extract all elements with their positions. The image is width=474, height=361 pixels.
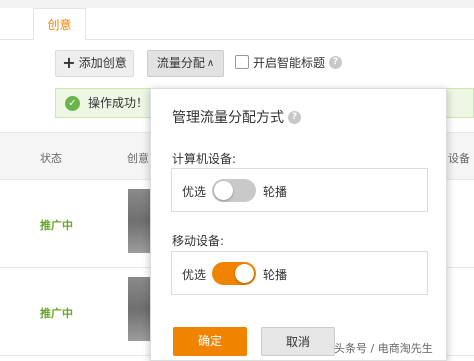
header-status: 状态 (40, 152, 62, 165)
header-device: 设备 (448, 152, 470, 165)
tab-creative[interactable]: 创意 (33, 8, 86, 41)
cancel-button[interactable]: 取消 (261, 327, 335, 356)
status-badge: 推广中 (40, 307, 73, 320)
rotate-label: 轮播 (263, 268, 288, 282)
toggle-knob (214, 181, 233, 200)
popup-title: 管理流量分配方式 ? (172, 107, 301, 127)
mobile-device-toggle[interactable] (212, 262, 256, 285)
add-creative-button[interactable]: + 添加创意 (55, 50, 134, 77)
header-creative: 创意 (127, 152, 149, 165)
traffic-allocation-popup: 管理流量分配方式 ? 计算机设备: 优选 轮播 移动设备: 优选 轮播 确定 取… (150, 88, 447, 361)
optimize-label: 优选 (182, 268, 207, 282)
add-creative-label: 添加创意 (78, 56, 127, 70)
smart-title-label: 开启智能标题 (253, 55, 326, 70)
computer-device-toggle[interactable] (212, 179, 256, 202)
tab-bar: 创意 (0, 8, 474, 41)
optimize-label: 优选 (182, 185, 207, 199)
computer-device-label: 计算机设备: (172, 152, 237, 166)
creative-thumbnail[interactable] (128, 189, 152, 253)
status-badge: 推广中 (40, 219, 73, 232)
traffic-allocation-button[interactable]: 流量分配 ∧ (147, 50, 224, 77)
mobile-device-switch-box: 优选 轮播 (171, 251, 428, 295)
mobile-device-label: 移动设备: (172, 234, 225, 248)
watermark: 头条号 / 电商淘先生 (334, 342, 433, 355)
question-icon[interactable]: ? (288, 110, 301, 124)
computer-device-switch-box: 优选 轮播 (171, 168, 428, 212)
rotate-label: 轮播 (263, 185, 288, 199)
creative-thumbnail[interactable] (128, 277, 152, 341)
popup-title-text: 管理流量分配方式 (172, 110, 284, 126)
smart-title-checkbox[interactable] (235, 55, 249, 69)
chevron-up-icon: ∧ (206, 58, 215, 69)
check-circle-icon: ✓ (65, 96, 80, 111)
question-icon[interactable]: ? (329, 55, 343, 69)
plus-icon: + (62, 52, 76, 72)
toggle-knob (235, 264, 254, 283)
success-message: 操作成功！ (88, 96, 149, 110)
confirm-button[interactable]: 确定 (173, 327, 247, 356)
top-strip (0, 0, 474, 8)
smart-title-option[interactable]: 开启智能标题 ? (235, 53, 343, 71)
traffic-allocation-label: 流量分配 (156, 56, 205, 70)
